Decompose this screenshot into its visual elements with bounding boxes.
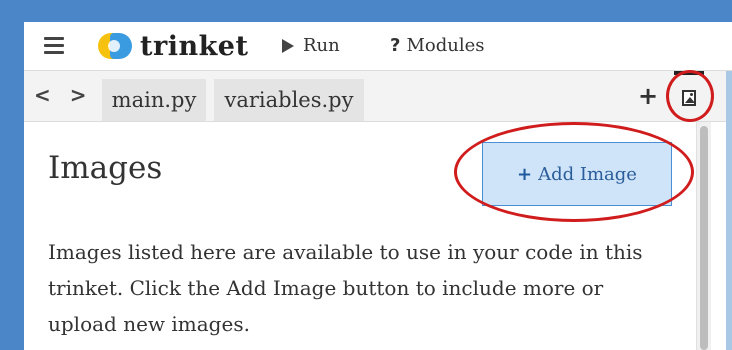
modules-button[interactable]: ? Modules [390,35,484,56]
modules-label: Modules [406,35,485,56]
toggle-code-icon[interactable]: < > [34,83,92,107]
images-description: Images listed here are available to use … [48,240,643,336]
scrollbar-thumb[interactable] [700,126,708,350]
tab-bar: < > main.py variables.py + [24,71,732,122]
hamburger-icon[interactable] [44,37,64,55]
tab-main-py[interactable]: main.py [102,79,206,121]
tab-variables-py[interactable]: variables.py [214,79,364,121]
images-title: Images [48,150,163,186]
trinket-logo[interactable]: trinket [98,30,248,62]
editor-panel: trinket Run ? Modules < > main.py variabl… [24,22,732,350]
run-label: Run [303,35,340,56]
annotation-circle-image-button [666,70,714,122]
add-file-button[interactable]: + [638,82,658,110]
run-button[interactable]: Run [282,35,340,56]
logo-text: trinket [140,30,249,62]
trinket-logo-icon [98,33,132,59]
question-icon: ? [390,35,401,56]
images-panel: Images + Add Image Images listed here ar… [24,122,696,350]
play-icon [282,38,294,53]
annotation-circle-add-image [454,122,694,222]
output-panel-edge [726,71,732,350]
top-bar: trinket Run ? Modules [24,22,732,71]
